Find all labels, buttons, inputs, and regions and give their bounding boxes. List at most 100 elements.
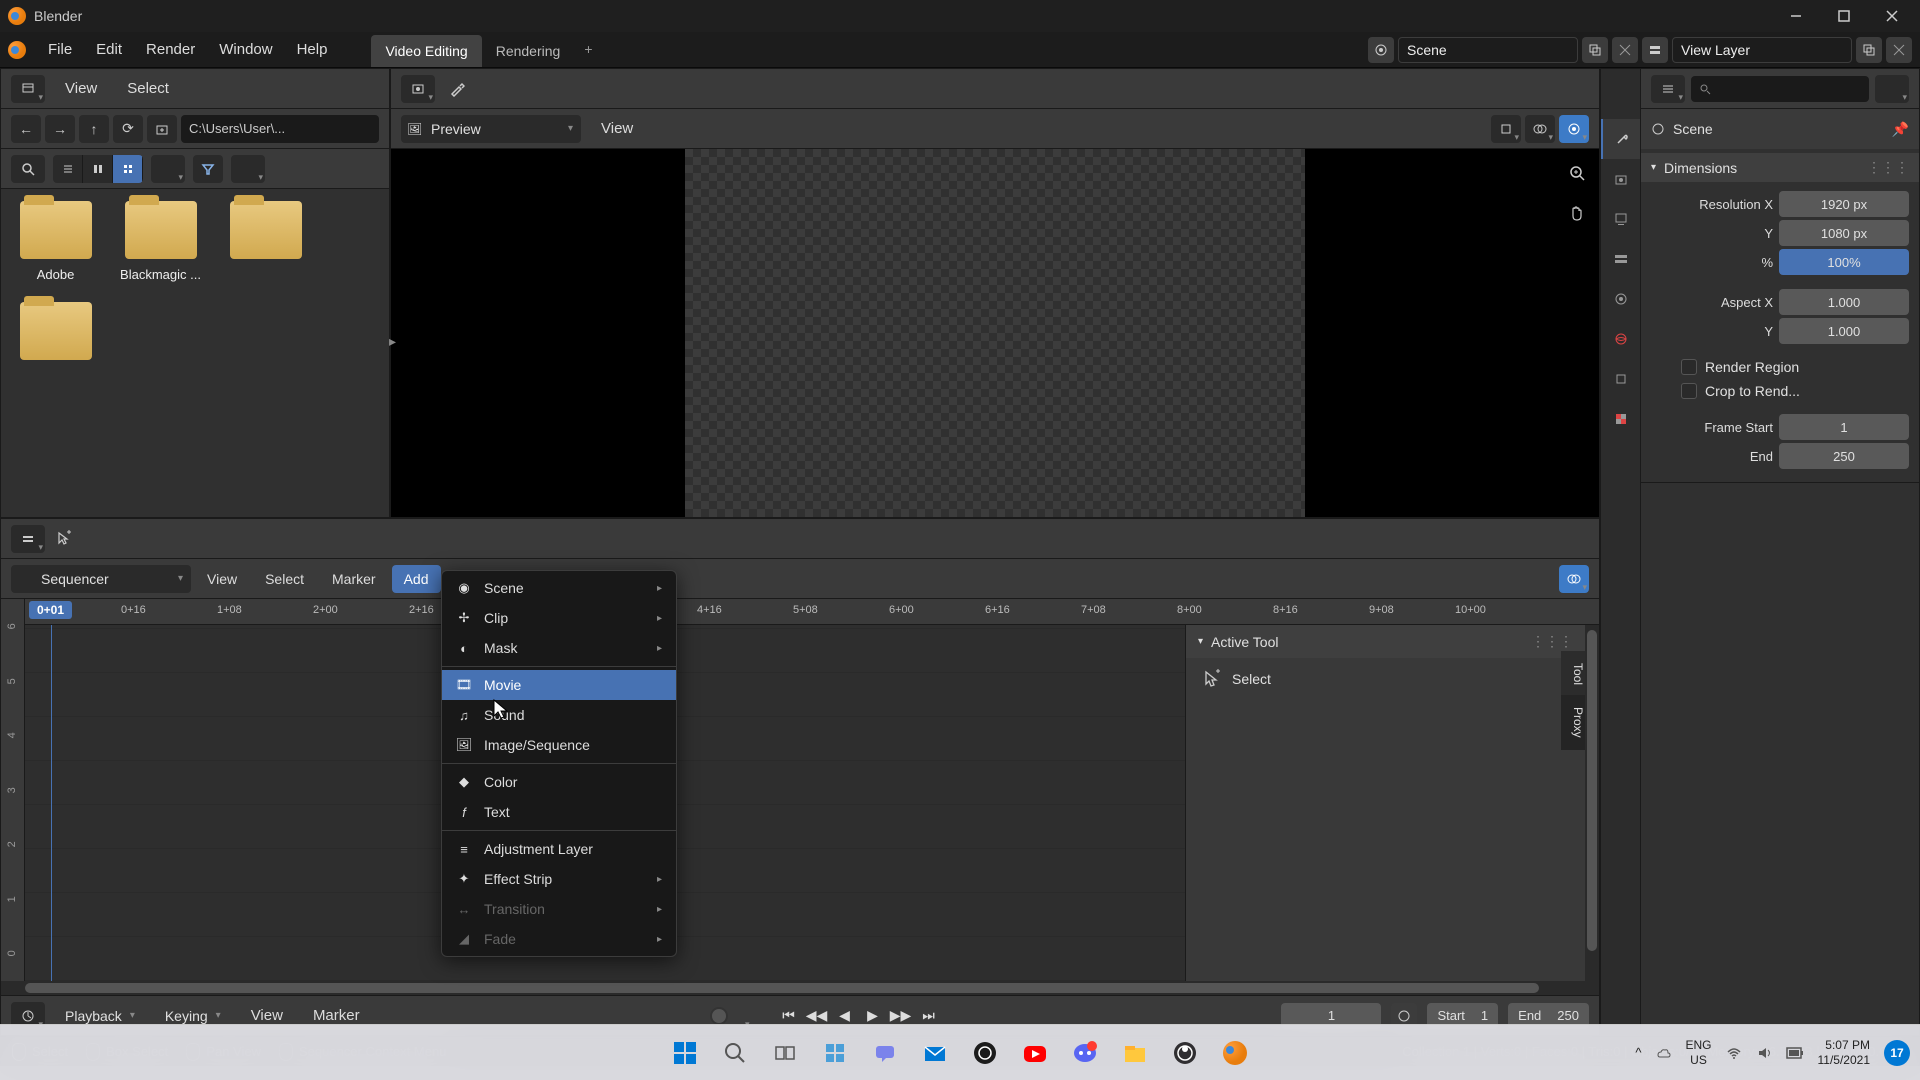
display-settings-dropdown[interactable]	[151, 155, 185, 183]
workspace-tab-video-editing[interactable]: Video Editing	[371, 35, 481, 67]
preview-mode-select[interactable]: Preview	[401, 115, 581, 143]
add-menu-scene[interactable]: ◉Scene▸	[442, 573, 676, 603]
resolution-x-field[interactable]: 1920 px	[1779, 191, 1909, 217]
add-menu-text[interactable]: fText	[442, 797, 676, 827]
menu-window[interactable]: Window	[209, 37, 282, 62]
tray-battery-icon[interactable]	[1786, 1046, 1804, 1060]
pointer-tool-icon[interactable]	[53, 529, 73, 549]
add-workspace-button[interactable]: +	[574, 35, 602, 67]
display-list-vertical[interactable]	[53, 155, 83, 183]
tab-render-icon[interactable]	[1601, 159, 1640, 199]
nav-back-button[interactable]: ←	[11, 115, 41, 143]
seq-menu-marker[interactable]: Marker	[320, 565, 388, 593]
tray-clock[interactable]: 5:07 PM11/5/2021	[1818, 1038, 1871, 1067]
close-button[interactable]	[1872, 5, 1912, 27]
preview-editor-type-dropdown[interactable]	[401, 75, 435, 103]
tray-chevron-icon[interactable]: ^	[1635, 1045, 1641, 1060]
path-input[interactable]: C:\Users\User\...	[181, 115, 379, 143]
new-scene-button[interactable]	[1582, 37, 1608, 63]
folder-item[interactable]	[223, 201, 308, 282]
sidebar-tab-proxy[interactable]: Proxy	[1561, 695, 1585, 750]
tray-notification-badge[interactable]: 17	[1884, 1040, 1910, 1066]
playhead-frame-badge[interactable]: 0+01	[29, 601, 72, 619]
timeline-scrollbar-horizontal[interactable]	[1, 981, 1599, 995]
folder-item[interactable]	[13, 302, 98, 368]
taskbar-youtube-button[interactable]	[1013, 1031, 1057, 1075]
menu-help[interactable]: Help	[287, 37, 338, 62]
minimize-button[interactable]	[1776, 5, 1816, 27]
timeline-scrollbar-vertical[interactable]	[1585, 625, 1599, 981]
nav-up-button[interactable]: ↑	[79, 115, 109, 143]
render-region-checkbox[interactable]	[1681, 359, 1697, 375]
menu-render[interactable]: Render	[136, 37, 205, 62]
aspect-y-field[interactable]: 1.000	[1779, 318, 1909, 344]
taskbar-obs-button[interactable]	[1163, 1031, 1207, 1075]
tray-volume-icon[interactable]	[1756, 1045, 1772, 1061]
new-viewlayer-button[interactable]	[1856, 37, 1882, 63]
taskbar-start-button[interactable]	[663, 1031, 707, 1075]
taskbar-discord-button[interactable]	[1063, 1031, 1107, 1075]
active-tool-header[interactable]: Active Tool⋮⋮⋮	[1186, 625, 1585, 658]
viewlayer-name-field[interactable]: View Layer	[1672, 37, 1852, 63]
panel-options-icon[interactable]: ⋮⋮⋮	[1867, 159, 1909, 176]
eyedropper-tool[interactable]	[445, 77, 469, 101]
tray-language[interactable]: ENGUS	[1685, 1038, 1711, 1067]
seq-menu-view[interactable]: View	[195, 565, 249, 593]
scene-browse-button[interactable]	[1368, 37, 1394, 63]
pin-icon[interactable]: 📌	[1892, 121, 1909, 138]
sequencer-mode-select[interactable]: Sequencer	[11, 565, 191, 593]
tray-wifi-icon[interactable]	[1726, 1045, 1742, 1061]
delete-scene-button[interactable]	[1612, 37, 1638, 63]
tab-scene-icon[interactable]	[1601, 279, 1640, 319]
nav-forward-button[interactable]: →	[45, 115, 75, 143]
filter-button[interactable]	[193, 155, 223, 183]
seq-menu-add[interactable]: Add	[392, 565, 441, 593]
taskbar-app-1[interactable]	[963, 1031, 1007, 1075]
preview-overlay-dropdown[interactable]	[1525, 115, 1555, 143]
expand-toolbar-handle[interactable]: ▸	[389, 333, 396, 350]
outliner-search-input[interactable]	[1691, 76, 1869, 102]
workspace-tab-rendering[interactable]: Rendering	[482, 35, 575, 67]
scene-name-field[interactable]: Scene	[1398, 37, 1578, 63]
display-list-horizontal[interactable]	[83, 155, 113, 183]
outliner-filter-dropdown[interactable]	[1875, 75, 1909, 103]
crop-checkbox[interactable]	[1681, 383, 1697, 399]
fb-menu-select[interactable]: Select	[117, 76, 179, 101]
add-menu-sound[interactable]: ♫Sound	[442, 700, 676, 730]
taskbar-taskview-button[interactable]	[763, 1031, 807, 1075]
time-ruler[interactable]: 0+01 0+16 1+08 2+00 2+16 4+16 5+08 6+00 …	[25, 599, 1599, 625]
auto-keyframe-toggle[interactable]	[710, 1007, 728, 1025]
menu-edit[interactable]: Edit	[86, 37, 132, 62]
resolution-y-field[interactable]: 1080 px	[1779, 220, 1909, 246]
display-thumbnails[interactable]	[113, 155, 143, 183]
taskbar-search-button[interactable]	[713, 1031, 757, 1075]
tab-texture-icon[interactable]	[1601, 399, 1640, 439]
add-menu-effect[interactable]: ✦Effect Strip▸	[442, 864, 676, 894]
taskbar-chat-button[interactable]	[863, 1031, 907, 1075]
resolution-pct-field[interactable]: 100%	[1779, 249, 1909, 275]
tab-output-icon[interactable]	[1601, 199, 1640, 239]
taskbar-explorer-button[interactable]	[1113, 1031, 1157, 1075]
tab-object-icon[interactable]	[1601, 359, 1640, 399]
playhead-line[interactable]	[51, 625, 52, 981]
frame-end-field[interactable]: 250	[1779, 443, 1909, 469]
preview-menu-view[interactable]: View	[591, 116, 643, 141]
nav-new-folder-button[interactable]	[147, 115, 177, 143]
folder-item[interactable]: Blackmagic ...	[118, 201, 203, 282]
add-menu-clip[interactable]: ✢Clip▸	[442, 603, 676, 633]
fb-menu-view[interactable]: View	[55, 76, 107, 101]
preview-channels-dropdown[interactable]	[1491, 115, 1521, 143]
sidebar-tab-tool[interactable]: Tool	[1561, 651, 1585, 697]
add-menu-mask[interactable]: ◐Mask▸	[442, 633, 676, 663]
sequencer-editor-type-dropdown[interactable]	[11, 525, 45, 553]
seq-menu-select[interactable]: Select	[253, 565, 316, 593]
outliner-type-dropdown[interactable]	[1651, 75, 1685, 103]
app-logo-icon[interactable]	[8, 41, 26, 59]
timeline-area[interactable]: 0+01 0+16 1+08 2+00 2+16 4+16 5+08 6+00 …	[25, 599, 1599, 981]
folder-item[interactable]: Adobe	[13, 201, 98, 282]
tab-tool-icon[interactable]	[1601, 119, 1640, 159]
nav-refresh-button[interactable]: ⟳	[113, 115, 143, 143]
frame-start-field[interactable]: 1	[1779, 414, 1909, 440]
preview-gizmo-dropdown[interactable]	[1559, 115, 1589, 143]
aspect-x-field[interactable]: 1.000	[1779, 289, 1909, 315]
